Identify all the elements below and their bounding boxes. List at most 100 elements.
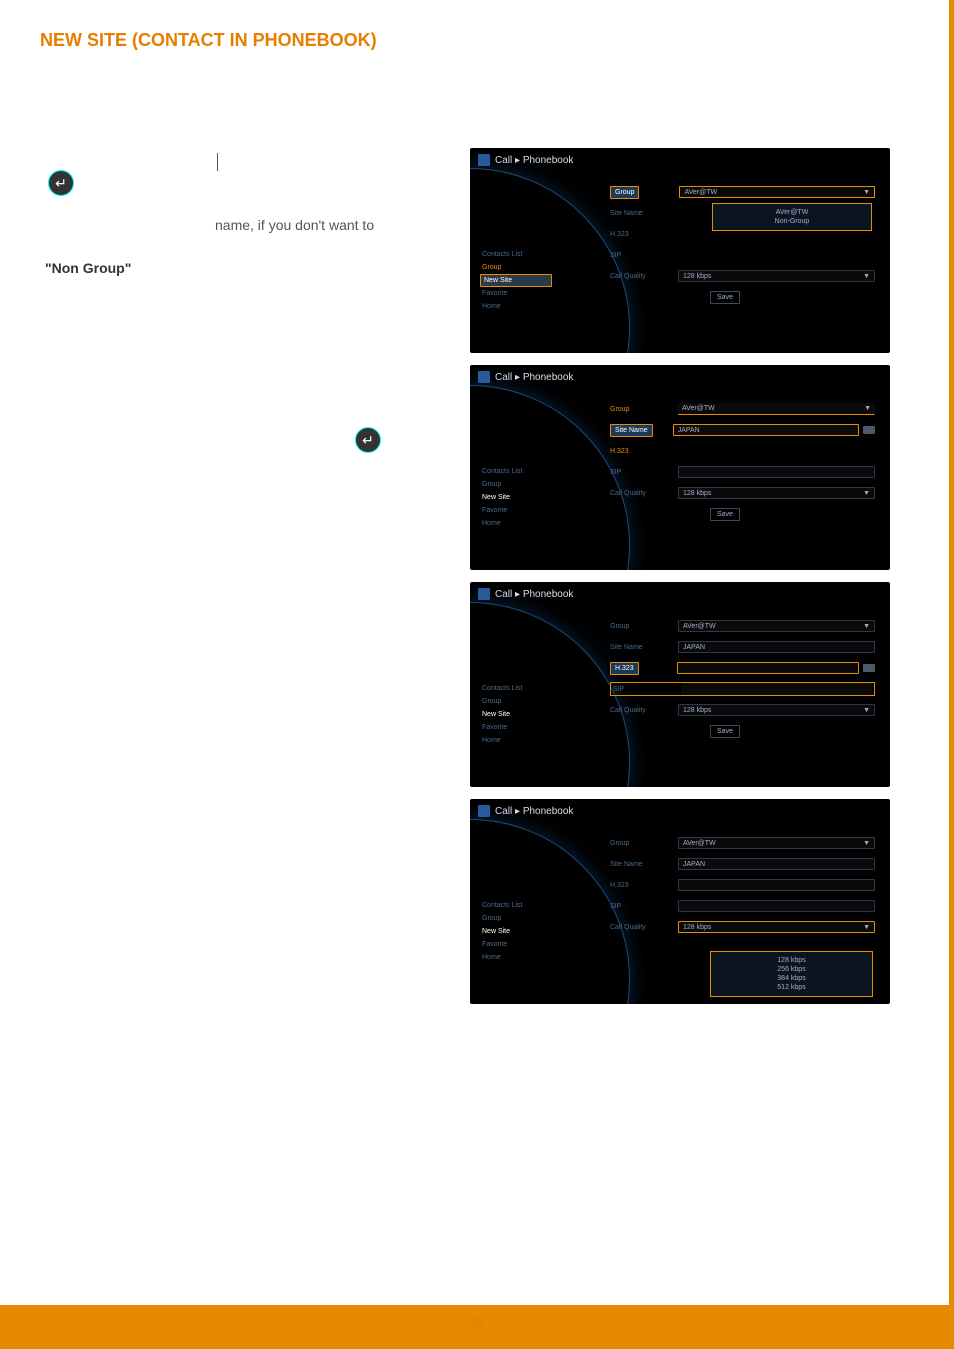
- dropdown-option[interactable]: 128 kbps: [715, 956, 868, 965]
- group-dropdown-panel[interactable]: AVer@TW Non-Group: [712, 203, 872, 231]
- label-h323: H.323: [610, 231, 678, 238]
- sidebar-item-favorite[interactable]: Favorite: [480, 938, 552, 951]
- sidebar-item-home[interactable]: Home: [480, 951, 552, 964]
- app-logo-icon: [478, 371, 490, 383]
- chevron-down-icon: ▼: [864, 405, 871, 412]
- keyboard-icon[interactable]: [863, 426, 875, 434]
- label-sitename: Site Name: [610, 210, 678, 217]
- sidebar-item-home[interactable]: Home: [480, 734, 552, 747]
- sip-input[interactable]: [678, 466, 875, 478]
- quality-value: 128 kbps: [683, 924, 711, 931]
- breadcrumb-call: Call: [495, 806, 512, 817]
- sidebar-item-newsite[interactable]: New Site: [480, 491, 552, 504]
- quality-value: 128 kbps: [683, 707, 711, 714]
- group-dropdown[interactable]: AVer@TW ▼: [678, 620, 875, 632]
- dropdown-option[interactable]: AVer@TW: [717, 208, 867, 217]
- dropdown-option[interactable]: Non-Group: [717, 217, 867, 226]
- quality-dropdown[interactable]: 128 kbps ▼: [678, 704, 875, 716]
- label-group: Group: [610, 623, 678, 630]
- breadcrumb: Call ▸ Phonebook: [470, 365, 890, 389]
- quality-dropdown[interactable]: 128 kbps ▼: [678, 487, 875, 499]
- group-dropdown[interactable]: AVer@TW ▼: [678, 837, 875, 849]
- save-button[interactable]: Save: [710, 291, 740, 304]
- dropdown-option[interactable]: 384 kbps: [715, 974, 868, 983]
- label-callquality: Call Quality: [610, 273, 678, 280]
- label-sip: SIP: [610, 469, 678, 476]
- sidebar-item-group[interactable]: Group: [480, 261, 552, 274]
- keyboard-icon[interactable]: [863, 664, 875, 672]
- save-button[interactable]: Save: [710, 725, 740, 738]
- sidebar-item-home[interactable]: Home: [480, 517, 552, 530]
- quality-dropdown[interactable]: 128 kbps ▼: [678, 921, 875, 933]
- sidebar-item-contacts[interactable]: Contacts List: [480, 682, 552, 695]
- sidebar: Contacts List Group New Site Favorite Ho…: [480, 465, 552, 530]
- sidebar-item-group[interactable]: Group: [480, 695, 552, 708]
- h323-input[interactable]: [677, 662, 859, 674]
- breadcrumb-sep: ▸: [515, 372, 520, 383]
- screenshot-2: Call ▸ Phonebook Contacts List Group New…: [470, 365, 890, 570]
- text-cursor: [217, 153, 218, 171]
- page-title: NEW SITE (CONTACT IN PHONEBOOK): [40, 30, 914, 51]
- label-sitename: Site Name: [610, 424, 653, 437]
- breadcrumb-sep: ▸: [515, 589, 520, 600]
- form: Group AVer@TW ▼ Site Name JAPAN H.323 SI…: [610, 402, 875, 528]
- breadcrumb: Call ▸ Phonebook: [470, 799, 890, 823]
- sitename-input[interactable]: JAPAN: [678, 858, 875, 870]
- label-sip: SIP: [610, 252, 678, 259]
- sidebar-item-favorite[interactable]: Favorite: [480, 287, 552, 300]
- form: Group AVer@TW ▼ Site Name JAPAN H.323 SI…: [610, 619, 875, 745]
- enter-key-icon: ↵: [355, 427, 381, 453]
- sip-input[interactable]: [678, 900, 875, 912]
- label-callquality: Call Quality: [610, 924, 678, 931]
- breadcrumb-call: Call: [495, 155, 512, 166]
- sidebar-item-favorite[interactable]: Favorite: [480, 504, 552, 517]
- quality-value: 128 kbps: [683, 490, 711, 497]
- sitename-value: JAPAN: [683, 861, 705, 868]
- save-button[interactable]: Save: [710, 508, 740, 521]
- page-number: 32: [0, 1302, 954, 1341]
- quality-dropdown[interactable]: 128 kbps ▼: [678, 270, 875, 282]
- chevron-down-icon: ▼: [863, 273, 870, 280]
- breadcrumb-sep: ▸: [515, 155, 520, 166]
- dropdown-option[interactable]: 512 kbps: [715, 983, 868, 992]
- sidebar: Contacts List Group New Site Favorite Ho…: [480, 899, 552, 964]
- side-accent: [949, 0, 954, 1309]
- sidebar-item-group[interactable]: Group: [480, 478, 552, 491]
- label-h323: H.323: [610, 662, 639, 675]
- sidebar-item-contacts[interactable]: Contacts List: [480, 465, 552, 478]
- quality-dropdown-panel[interactable]: 128 kbps 256 kbps 384 kbps 512 kbps: [710, 951, 873, 997]
- breadcrumb-sep: ▸: [515, 806, 520, 817]
- sip-input[interactable]: [681, 683, 872, 695]
- group-dropdown[interactable]: AVer@TW ▼: [678, 403, 875, 415]
- sidebar-item-newsite[interactable]: New Site: [480, 708, 552, 721]
- group-value: AVer@TW: [683, 623, 716, 630]
- dropdown-option[interactable]: 256 kbps: [715, 965, 868, 974]
- group-dropdown[interactable]: AVer@TW ▼: [679, 186, 875, 198]
- screenshot-4: Call ▸ Phonebook Contacts List Group New…: [470, 799, 890, 1004]
- label-group: Group: [610, 186, 639, 199]
- app-logo-icon: [478, 154, 490, 166]
- sidebar-item-contacts[interactable]: Contacts List: [480, 899, 552, 912]
- sidebar-item-favorite[interactable]: Favorite: [480, 721, 552, 734]
- sidebar-item-group[interactable]: Group: [480, 912, 552, 925]
- label-group: Group: [610, 406, 678, 413]
- breadcrumb-phonebook: Phonebook: [523, 589, 574, 600]
- chevron-down-icon: ▼: [863, 707, 870, 714]
- breadcrumb-call: Call: [495, 372, 512, 383]
- app-logo-icon: [478, 805, 490, 817]
- sitename-value: JAPAN: [678, 427, 700, 434]
- chevron-down-icon: ▼: [863, 840, 870, 847]
- sidebar-item-newsite[interactable]: New Site: [480, 274, 552, 287]
- sitename-input[interactable]: JAPAN: [678, 641, 875, 653]
- sidebar-item-contacts[interactable]: Contacts List: [480, 248, 552, 261]
- sitename-value: JAPAN: [683, 644, 705, 651]
- chevron-down-icon: ▼: [863, 924, 870, 931]
- label-h323: H.323: [610, 882, 678, 889]
- label-sitename: Site Name: [610, 644, 678, 651]
- sitename-input[interactable]: JAPAN: [673, 424, 859, 436]
- sidebar-item-home[interactable]: Home: [480, 300, 552, 313]
- form: Group AVer@TW ▼ Site Name JAPAN H.323 SI…: [610, 836, 875, 941]
- chevron-down-icon: ▼: [863, 623, 870, 630]
- sidebar-item-newsite[interactable]: New Site: [480, 925, 552, 938]
- h323-input[interactable]: [678, 879, 875, 891]
